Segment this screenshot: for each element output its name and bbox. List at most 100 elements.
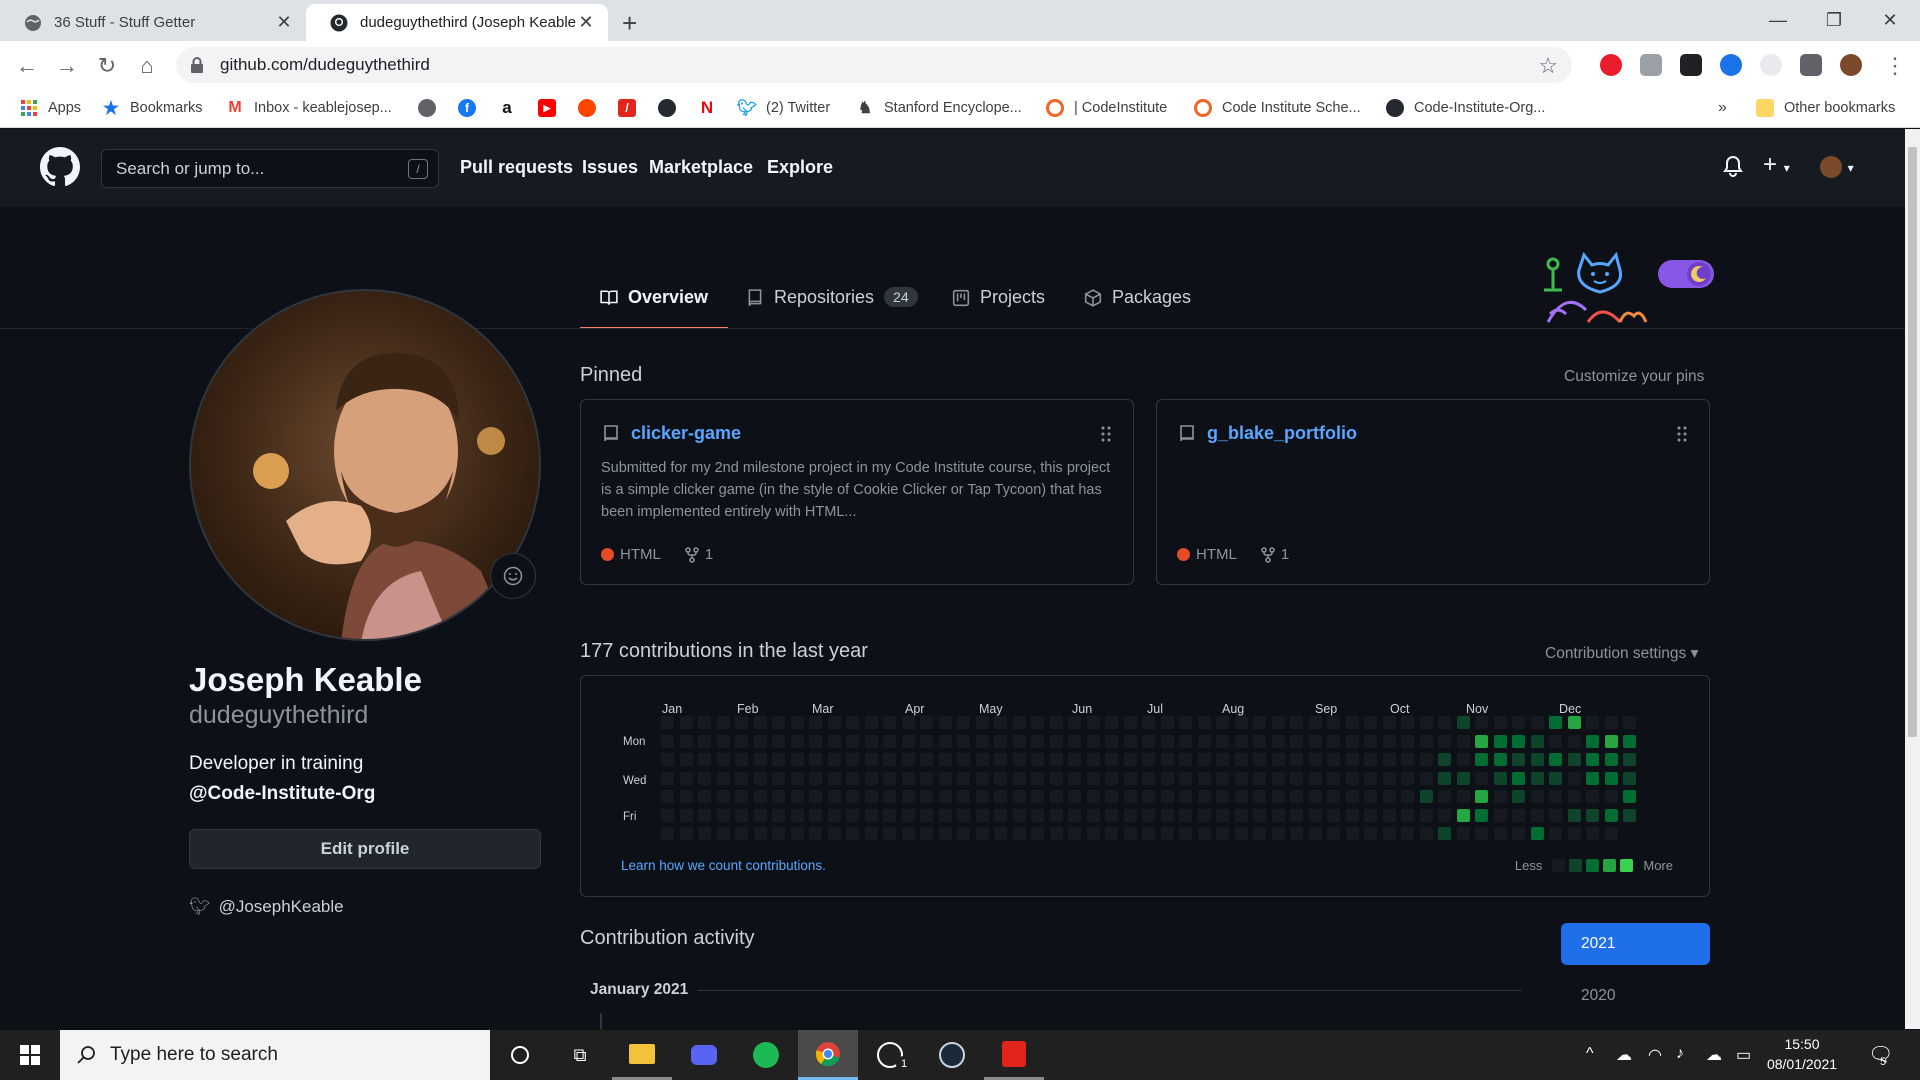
menu-dots-icon[interactable]: ⋮	[1880, 51, 1910, 81]
forward-icon[interactable]: →	[52, 51, 82, 81]
contribution-day-cell[interactable]	[975, 753, 989, 766]
contribution-day-cell[interactable]	[1530, 808, 1544, 822]
contribution-day-cell[interactable]	[1530, 790, 1544, 803]
contribution-day-cell[interactable]	[1179, 734, 1192, 748]
contribution-day-cell[interactable]	[679, 808, 693, 822]
notification-center-icon[interactable]: 🗨︎ 5	[1868, 1042, 1893, 1068]
contribution-day-cell[interactable]	[1623, 734, 1636, 748]
contribution-day-cell[interactable]	[1364, 790, 1377, 803]
contribution-day-cell[interactable]	[920, 827, 933, 840]
contribution-day-cell[interactable]	[1345, 734, 1359, 748]
contribution-day-cell[interactable]	[901, 827, 915, 840]
contribution-day-cell[interactable]	[1142, 753, 1155, 766]
contribution-day-cell[interactable]	[809, 790, 822, 803]
contribution-day-cell[interactable]	[994, 790, 1007, 803]
cortana-icon[interactable]	[490, 1030, 550, 1080]
fork-count[interactable]: 1	[705, 546, 713, 563]
contribution-day-cell[interactable]	[1308, 808, 1322, 822]
contribution-day-cell[interactable]	[1105, 753, 1118, 766]
contribution-day-cell[interactable]	[994, 771, 1007, 785]
contribution-day-cell[interactable]	[1419, 808, 1433, 822]
contribution-day-cell[interactable]	[772, 734, 785, 748]
contribution-day-cell[interactable]	[772, 808, 785, 822]
contribution-day-cell[interactable]	[1142, 827, 1155, 840]
contribution-day-cell[interactable]	[827, 790, 841, 803]
contribution-day-cell[interactable]	[1345, 716, 1359, 729]
contribution-day-cell[interactable]	[1012, 716, 1026, 729]
contribution-day-cell[interactable]	[1419, 716, 1433, 729]
contribution-day-cell[interactable]	[1290, 808, 1303, 822]
contribution-day-cell[interactable]	[1419, 827, 1433, 840]
taskbar-clock[interactable]: 15:50 08/01/2021	[1762, 1034, 1842, 1074]
contribution-day-cell[interactable]	[1512, 790, 1525, 803]
tray-chevron-up-icon[interactable]: ^	[1586, 1045, 1594, 1063]
contribution-day-cell[interactable]	[1456, 753, 1470, 766]
contribution-day-cell[interactable]	[1123, 771, 1137, 785]
contribution-day-cell[interactable]	[661, 734, 674, 748]
bookmark-star-icon[interactable]: ☆	[1538, 53, 1558, 79]
taskbar-search-input[interactable]: Type here to search	[60, 1030, 490, 1080]
contribution-day-cell[interactable]	[1179, 790, 1192, 803]
contribution-day-cell[interactable]	[864, 716, 878, 729]
contribution-day-cell[interactable]	[920, 753, 933, 766]
contribution-day-cell[interactable]	[1401, 827, 1414, 840]
year-link-2020[interactable]: 2020	[1581, 987, 1615, 1005]
contribution-day-cell[interactable]	[1253, 790, 1266, 803]
contribution-day-cell[interactable]	[1068, 753, 1081, 766]
contribution-day-cell[interactable]	[1475, 734, 1488, 748]
contribution-day-cell[interactable]	[1308, 790, 1322, 803]
contribution-day-cell[interactable]	[735, 808, 748, 822]
contribution-day-cell[interactable]	[938, 753, 952, 766]
fork-icon[interactable]	[685, 546, 699, 563]
contribution-day-cell[interactable]	[790, 771, 804, 785]
contribution-day-cell[interactable]	[827, 734, 841, 748]
contribution-day-cell[interactable]	[1567, 734, 1581, 748]
contribution-day-cell[interactable]	[1345, 790, 1359, 803]
repo-name-link[interactable]: g_blake_portfolio	[1207, 423, 1357, 444]
drag-handle-icon[interactable]	[1677, 426, 1687, 442]
contribution-day-cell[interactable]	[1086, 771, 1100, 785]
contribution-day-cell[interactable]	[1475, 827, 1488, 840]
contribution-day-cell[interactable]	[1419, 771, 1433, 785]
contribution-day-cell[interactable]	[1160, 790, 1174, 803]
contribution-day-cell[interactable]	[679, 753, 693, 766]
spotify-icon[interactable]	[736, 1030, 796, 1080]
cloud-upload-icon[interactable]: ☁	[1706, 1045, 1722, 1065]
contribution-day-cell[interactable]	[1216, 753, 1229, 766]
shield-extension-icon[interactable]	[1720, 54, 1742, 76]
bookmark-amazon[interactable]: a	[498, 96, 516, 120]
contribution-day-cell[interactable]	[661, 716, 674, 729]
contribution-day-cell[interactable]	[1049, 753, 1063, 766]
contribution-day-cell[interactable]	[1623, 771, 1636, 785]
contribution-day-cell[interactable]	[753, 734, 767, 748]
contribution-day-cell[interactable]	[883, 734, 896, 748]
contribution-day-cell[interactable]	[1105, 716, 1118, 729]
contribution-day-cell[interactable]	[1216, 790, 1229, 803]
contribution-day-cell[interactable]	[1197, 734, 1211, 748]
contribution-day-cell[interactable]	[1290, 753, 1303, 766]
contribution-day-cell[interactable]	[1290, 734, 1303, 748]
contribution-day-cell[interactable]	[1234, 790, 1248, 803]
contribution-day-cell[interactable]	[1438, 753, 1451, 766]
contribution-day-cell[interactable]	[1382, 827, 1396, 840]
contribution-day-cell[interactable]	[1493, 790, 1507, 803]
contribution-day-cell[interactable]	[735, 753, 748, 766]
contribution-day-cell[interactable]	[1086, 716, 1100, 729]
contribution-day-cell[interactable]	[1327, 827, 1340, 840]
contribution-day-cell[interactable]	[957, 771, 970, 785]
contribution-day-cell[interactable]	[1586, 827, 1599, 840]
bookmark-twitter[interactable]: 🐦︎ (2) Twitter	[737, 96, 830, 120]
contribution-day-cell[interactable]	[1401, 734, 1414, 748]
contribution-day-cell[interactable]	[1586, 771, 1599, 785]
learn-contributions-link[interactable]: Learn how we count contributions.	[621, 858, 826, 873]
contribution-day-cell[interactable]	[735, 734, 748, 748]
nav-explore[interactable]: Explore	[767, 157, 833, 178]
contribution-day-cell[interactable]	[846, 771, 859, 785]
reload-icon[interactable]: ↻	[92, 51, 122, 81]
chat-extension-icon[interactable]	[1640, 54, 1662, 76]
contribution-day-cell[interactable]	[864, 808, 878, 822]
contribution-day-cell[interactable]	[1456, 790, 1470, 803]
contribution-day-cell[interactable]	[790, 827, 804, 840]
contribution-day-cell[interactable]	[1216, 716, 1229, 729]
github-logo-icon[interactable]	[40, 147, 80, 187]
